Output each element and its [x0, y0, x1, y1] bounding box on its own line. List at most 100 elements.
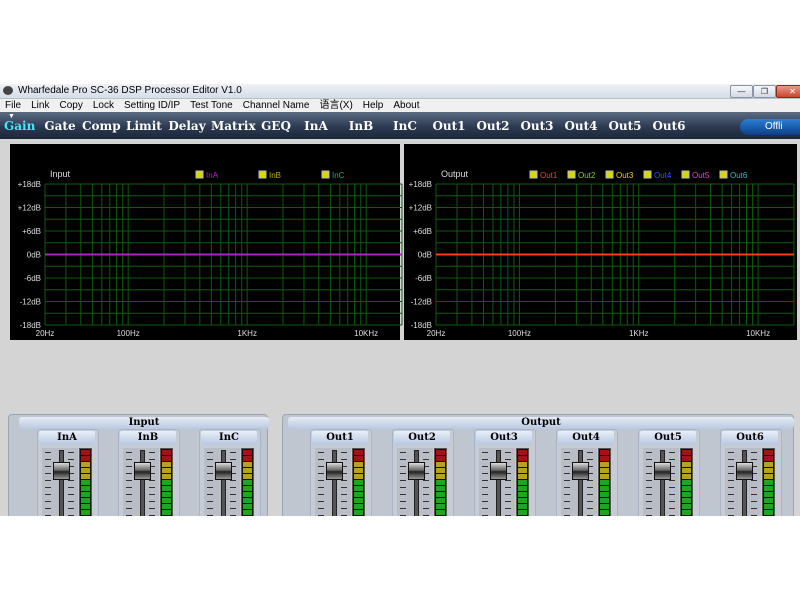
tab-limit[interactable]: Limit: [126, 117, 162, 135]
channel-name: Out1: [312, 431, 368, 445]
tab-out2[interactable]: Out2: [475, 117, 511, 135]
legend-label-out3: Out3: [616, 171, 634, 180]
meter-segment: [81, 498, 90, 503]
meter-segment: [243, 474, 252, 479]
y-tick-label: +18dB: [409, 180, 432, 189]
eq-curve-display: +18dB+12dB+6dB0dB-6dB-12dB-18dB20Hz 100Hz…: [10, 144, 797, 340]
meter-segment: [354, 456, 363, 461]
tab-inc[interactable]: InC: [391, 117, 419, 135]
fader-track[interactable]: [578, 450, 583, 516]
tab-out5[interactable]: Out5: [607, 117, 643, 135]
tab-out1[interactable]: Out1: [431, 117, 467, 135]
menu-item-9[interactable]: About: [388, 99, 424, 112]
meter-segment: [243, 492, 252, 497]
level-meter: [160, 448, 173, 516]
meter-segment: [600, 462, 609, 467]
restore-icon[interactable]: ❐: [753, 85, 776, 98]
fader-tick: [728, 473, 734, 474]
title-bar: Wharfedale Pro SC-36 DSP Processor Edito…: [0, 84, 800, 99]
tab-gain[interactable]: Gain: [4, 117, 35, 135]
fader-tick: [400, 473, 406, 474]
fader-tick: [564, 466, 570, 467]
tab-matrix[interactable]: Matrix: [211, 117, 256, 135]
fader-track[interactable]: [660, 450, 665, 516]
legend-swatch-ina[interactable]: [195, 170, 204, 179]
legend-swatch-out6[interactable]: [719, 170, 728, 179]
fader-tick: [341, 501, 347, 502]
fader-knob[interactable]: [408, 462, 425, 480]
menu-item-2[interactable]: Copy: [54, 99, 87, 112]
menu-item-3[interactable]: Lock: [88, 99, 119, 112]
fader-area: [123, 448, 159, 516]
meter-segment: [518, 486, 527, 491]
fader-knob[interactable]: [490, 462, 507, 480]
fader-track[interactable]: [414, 450, 419, 516]
meter-segment: [243, 486, 252, 491]
fader-tick: [126, 494, 132, 495]
fader-track[interactable]: [496, 450, 501, 516]
tab-comp[interactable]: Comp: [82, 117, 121, 135]
menu-item-6[interactable]: Channel Name: [238, 99, 315, 112]
fader-knob[interactable]: [53, 462, 70, 480]
meter-segment: [354, 492, 363, 497]
legend-label-ina: InA: [206, 171, 219, 180]
legend-swatch-out3[interactable]: [605, 170, 614, 179]
fader-tick: [400, 508, 406, 509]
tab-gate[interactable]: Gate: [44, 117, 76, 135]
legend-swatch-out5[interactable]: [681, 170, 690, 179]
tab-inb[interactable]: InB: [346, 117, 376, 135]
fader-tick: [669, 480, 675, 481]
channel-name: Out6: [722, 431, 778, 445]
meter-segment: [243, 498, 252, 503]
menu-item-4[interactable]: Setting ID/IP: [119, 99, 185, 112]
menu-item-7[interactable]: 语言(X): [314, 99, 357, 112]
menu-item-1[interactable]: Link: [26, 99, 54, 112]
fader-tick: [68, 480, 74, 481]
tab-geq[interactable]: GEQ: [258, 117, 294, 135]
fader-tick: [318, 473, 324, 474]
tab-delay[interactable]: Delay: [168, 117, 206, 135]
legend-swatch-out2[interactable]: [567, 170, 576, 179]
fader-tick: [126, 459, 132, 460]
menu-item-8[interactable]: Help: [358, 99, 389, 112]
tab-out4[interactable]: Out4: [563, 117, 599, 135]
meter-segment: [600, 474, 609, 479]
close-icon[interactable]: ✕: [776, 85, 800, 98]
tab-out3[interactable]: Out3: [519, 117, 555, 135]
menu-item-5[interactable]: Test Tone: [185, 99, 238, 112]
fader-tick: [149, 480, 155, 481]
fader-track[interactable]: [742, 450, 747, 516]
fader-knob[interactable]: [736, 462, 753, 480]
meter-segment: [764, 480, 773, 485]
meter-segment: [162, 486, 171, 491]
menu-item-0[interactable]: File: [0, 99, 26, 112]
fader-knob[interactable]: [134, 462, 151, 480]
fader-tick: [423, 494, 429, 495]
fader-track[interactable]: [59, 450, 64, 516]
input-group-title: Input: [19, 417, 269, 429]
meter-segment: [354, 480, 363, 485]
legend-swatch-inb[interactable]: [258, 170, 267, 179]
meter-segment: [354, 510, 363, 515]
fader-track[interactable]: [140, 450, 145, 516]
fader-tick: [751, 494, 757, 495]
fader-tick: [751, 459, 757, 460]
fader-track[interactable]: [221, 450, 226, 516]
tab-ina[interactable]: InA: [302, 117, 330, 135]
y-tick-label: +6dB: [22, 227, 41, 236]
legend-swatch-out1[interactable]: [529, 170, 538, 179]
status-button[interactable]: Offli: [740, 119, 800, 135]
fader-knob[interactable]: [215, 462, 232, 480]
fader-tick: [564, 452, 570, 453]
tab-out6[interactable]: Out6: [651, 117, 687, 135]
legend-label-out2: Out2: [578, 171, 596, 180]
fader-knob[interactable]: [326, 462, 343, 480]
fader-knob[interactable]: [572, 462, 589, 480]
legend-swatch-inc[interactable]: [321, 170, 330, 179]
meter-segment: [436, 498, 445, 503]
fader-track[interactable]: [332, 450, 337, 516]
fader-tick: [318, 480, 324, 481]
fader-knob[interactable]: [654, 462, 671, 480]
legend-swatch-out4[interactable]: [643, 170, 652, 179]
minimize-icon[interactable]: —: [730, 85, 753, 98]
